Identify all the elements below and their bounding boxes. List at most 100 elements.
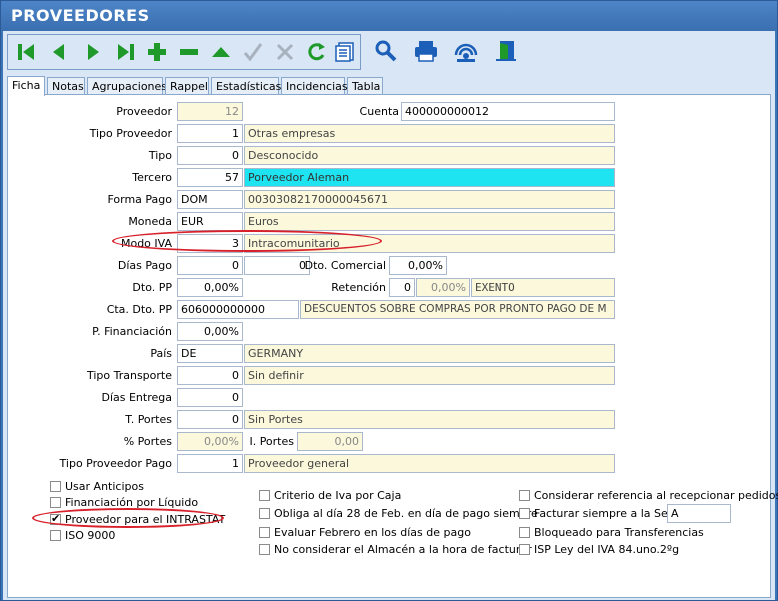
tab-agrupaciones[interactable]: Agrupaciones	[87, 77, 167, 95]
cancel-icon[interactable]	[270, 37, 300, 67]
checkbox-icon[interactable]	[259, 544, 270, 555]
dias-pago-label: Días Pago	[117, 259, 172, 272]
check-label: Evaluar Febrero en los días de pago	[274, 526, 471, 539]
cuenta-field[interactable]: 400000000012	[401, 102, 615, 121]
retencion-pct: 0,00%	[416, 278, 470, 297]
tab-tabla[interactable]: Tabla	[347, 77, 383, 95]
print-icon[interactable]	[411, 36, 441, 66]
tipo-label: Tipo	[148, 149, 172, 162]
tipo-transporte-label: Tipo Transporte	[86, 369, 172, 382]
check-considerar-referencia[interactable]: Considerar referencia al recepcionar ped…	[519, 489, 778, 502]
cuenta-label: Cuenta	[359, 105, 399, 118]
tab-label: Agrupaciones	[92, 80, 168, 93]
check-isp-ley-iva[interactable]: ISP Ley del IVA 84.uno.2ºg	[519, 543, 679, 556]
check-usar-anticipos[interactable]: Usar Anticipos	[50, 480, 144, 493]
tab-notas[interactable]: Notas	[47, 77, 85, 95]
t-portes-code[interactable]: 0	[177, 410, 243, 429]
moneda-label: Moneda	[128, 215, 172, 228]
checkbox-icon[interactable]	[519, 527, 530, 538]
p-financiacion-field[interactable]: 0,00%	[177, 322, 243, 341]
remove-icon[interactable]	[174, 37, 204, 67]
checkbox-icon[interactable]	[519, 544, 530, 555]
forma-pago-label: Forma Pago	[107, 193, 172, 206]
dto-comercial-field[interactable]: 0,00%	[389, 256, 447, 275]
t-portes-label: T. Portes	[125, 413, 172, 426]
prev-icon[interactable]	[44, 37, 74, 67]
tab-label: Incidencias	[286, 80, 348, 93]
checkbox-icon[interactable]	[50, 497, 61, 508]
retencion-desc: EXENTO	[471, 278, 615, 297]
tipo-transporte-code[interactable]: 0	[177, 366, 243, 385]
moneda-code[interactable]: EUR	[177, 212, 243, 231]
last-icon[interactable]	[111, 37, 141, 67]
p-financiacion-label: P. Financiación	[92, 325, 172, 338]
check-criterio-iva-caja[interactable]: Criterio de Iva por Caja	[259, 489, 401, 502]
checkbox-icon[interactable]	[519, 508, 530, 519]
dias-pago-1[interactable]: 0	[177, 256, 243, 275]
check-label: ISO 9000	[65, 529, 116, 542]
pais-label: País	[150, 347, 172, 360]
dias-entrega-field[interactable]: 0	[177, 388, 243, 407]
tab-ficha[interactable]: Ficha	[7, 76, 45, 96]
check-no-considerar-almacen[interactable]: No considerar el Almacén a la hora de fa…	[259, 543, 532, 556]
retencion-label: Retención	[331, 281, 386, 294]
dto-comercial-label: Dto. Comercial	[304, 259, 386, 272]
check-label: Considerar referencia al recepcionar ped…	[534, 489, 778, 502]
pais-code[interactable]: DE	[177, 344, 243, 363]
antenna-icon[interactable]	[451, 36, 481, 66]
exit-door-icon[interactable]	[491, 36, 521, 66]
checkbox-icon[interactable]	[50, 530, 61, 541]
check-iso-9000[interactable]: ISO 9000	[50, 529, 115, 542]
tab-label: Notas	[52, 80, 84, 93]
check-facturar-serie[interactable]: Facturar siempre a la Serie	[519, 507, 682, 520]
check-evaluar-febrero[interactable]: Evaluar Febrero en los días de pago	[259, 526, 471, 539]
ficha-panel: Proveedor 12 Cuenta 400000000012 Tipo Pr…	[7, 94, 778, 598]
checkbox-icon[interactable]	[259, 490, 270, 501]
tercero-desc: Porveedor Aleman	[244, 168, 615, 187]
checkbox-icon[interactable]	[259, 527, 270, 538]
tab-estadisticas[interactable]: Estadísticas	[211, 77, 281, 95]
list-icon[interactable]	[330, 37, 360, 67]
t-portes-desc: Sin Portes	[244, 410, 615, 429]
dto-pp-field[interactable]: 0,00%	[177, 278, 243, 297]
tab-label: Tabla	[352, 80, 381, 93]
serie-field[interactable]: A	[667, 504, 731, 523]
proveedor-field[interactable]: 12	[177, 102, 243, 121]
client-area: Ficha Notas Agrupaciones Rappel Estadíst…	[3, 31, 778, 600]
check-bloqueado-transferencias[interactable]: Bloqueado para Transferencias	[519, 526, 704, 539]
tab-incidencias[interactable]: Incidencias	[281, 77, 348, 95]
refresh-icon[interactable]	[301, 37, 331, 67]
extra-toolbar	[367, 34, 527, 70]
retencion-code[interactable]: 0	[389, 278, 415, 297]
first-icon[interactable]	[11, 37, 41, 67]
checkbox-icon[interactable]	[519, 490, 530, 501]
up-icon[interactable]	[206, 37, 236, 67]
cta-dto-pp-code[interactable]: 606000000000	[177, 300, 299, 319]
tab-label: Rappel	[170, 80, 208, 93]
tipo-code[interactable]: 0	[177, 146, 243, 165]
dias-pago-2[interactable]: 0	[244, 256, 310, 275]
dto-pp-label: Dto. PP	[132, 281, 172, 294]
check-label: Bloqueado para Transferencias	[534, 526, 704, 539]
checkbox-icon[interactable]	[259, 508, 270, 519]
forma-pago-code[interactable]: DOM	[177, 190, 243, 209]
tipo-desc: Desconocido	[244, 146, 615, 165]
search-icon[interactable]	[371, 36, 401, 66]
pct-portes-label: % Portes	[123, 435, 172, 448]
check-obliga-dia-28[interactable]: Obliga al día 28 de Feb. en día de pago …	[259, 507, 538, 520]
accept-icon[interactable]	[238, 37, 268, 67]
tercero-code[interactable]: 57	[177, 168, 243, 187]
tipo-proveedor-code[interactable]: 1	[177, 124, 243, 143]
add-icon[interactable]	[142, 37, 172, 67]
next-icon[interactable]	[78, 37, 108, 67]
proveedor-label: Proveedor	[116, 105, 172, 118]
title-bar: PROVEEDORES	[1, 1, 777, 31]
tipo-proveedor-pago-code[interactable]: 1	[177, 454, 243, 473]
tipo-proveedor-pago-desc: Proveedor general	[244, 454, 615, 473]
checkbox-icon[interactable]	[50, 481, 61, 492]
tab-rappel[interactable]: Rappel	[165, 77, 209, 95]
tipo-proveedor-label: Tipo Proveedor	[89, 127, 172, 140]
tipo-proveedor-desc: Otras empresas	[244, 124, 615, 143]
tipo-transporte-desc: Sin definir	[244, 366, 615, 385]
proveedores-window: PROVEEDORES Ficha Notas Agrupaciones Rap	[0, 0, 778, 601]
